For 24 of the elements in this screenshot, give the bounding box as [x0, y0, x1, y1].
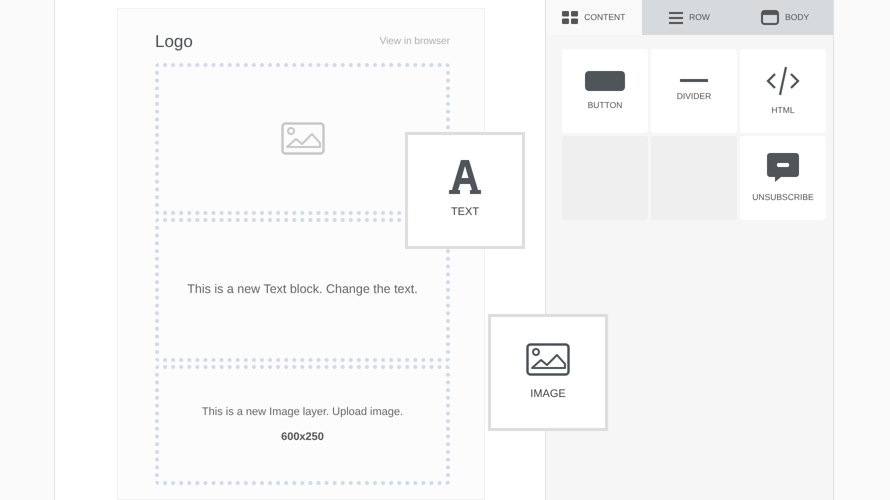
dragged-block-card[interactable]: IMAGE	[488, 314, 608, 431]
tool-tile[interactable]: HTML	[740, 49, 826, 133]
image-layer-text: This is a new Image layer. Upload image.	[202, 405, 404, 420]
logo-text: Logo	[155, 31, 193, 53]
speech-bubble-icon	[767, 152, 799, 183]
code-icon	[765, 66, 801, 96]
button-shape-icon	[585, 70, 625, 91]
window-icon	[761, 10, 780, 25]
grid-icon	[562, 11, 578, 24]
tab[interactable]: CONTENT	[546, 0, 642, 35]
tab[interactable]: ROW	[642, 0, 738, 35]
image-icon	[280, 122, 324, 155]
tool-tile[interactable]: UNSUBSCRIBE	[740, 136, 826, 220]
menu-icon	[669, 12, 684, 24]
tool-tile[interactable]: DIVIDER	[651, 49, 737, 133]
dragged-block-card[interactable]: TEXT	[405, 132, 525, 249]
content-block[interactable]: This is a new Image layer. Upload image. 600x250	[155, 364, 450, 484]
divider-line-icon	[680, 79, 708, 82]
tool-tile[interactable]: BUTTON	[562, 49, 648, 133]
tab[interactable]: BODY	[737, 0, 834, 35]
text-block-text: This is a new Text block. Change the text.	[187, 281, 418, 298]
image-icon	[526, 342, 570, 376]
image-size-text: 600x250	[281, 430, 324, 444]
letter-a-icon	[449, 160, 481, 194]
